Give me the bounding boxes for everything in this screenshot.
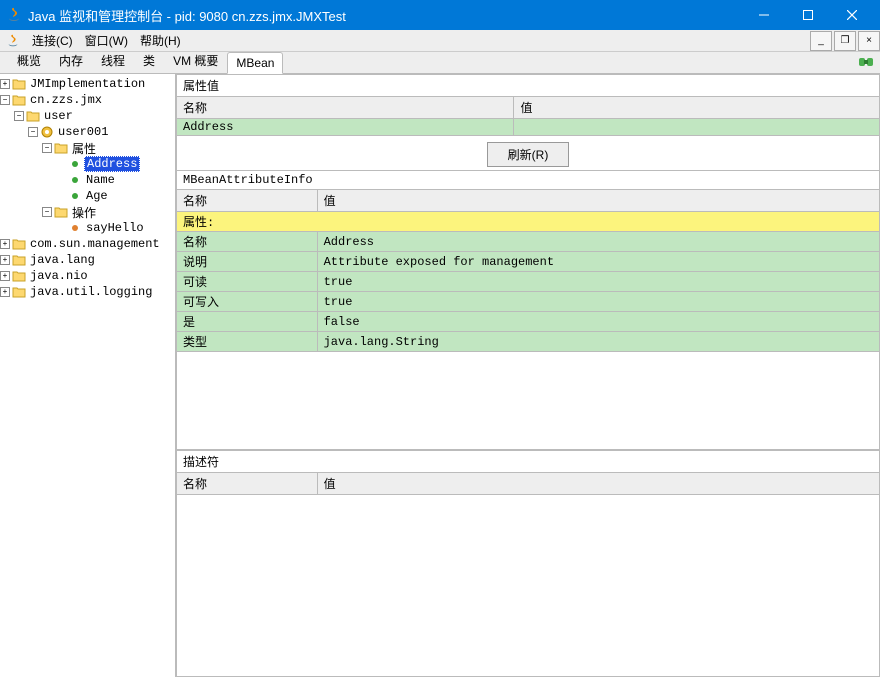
col-name[interactable]: 名称 — [177, 97, 514, 119]
descriptor-table: 名称 值 — [176, 472, 880, 495]
attribute-icon — [68, 157, 82, 171]
tree-node[interactable]: com.sun.management — [28, 237, 162, 251]
folder-icon — [12, 285, 26, 299]
group-row: 属性: — [177, 212, 880, 232]
tree-node[interactable]: java.util.logging — [28, 285, 154, 299]
table-row[interactable]: Address — [177, 119, 880, 136]
tree-node[interactable]: user001 — [56, 125, 110, 139]
java-icon — [6, 7, 22, 23]
col-name[interactable]: 名称 — [177, 190, 318, 212]
folder-icon — [12, 253, 26, 267]
menu-help[interactable]: 帮助(H) — [134, 32, 187, 49]
expand-toggle[interactable]: + — [0, 79, 10, 89]
folder-icon — [26, 109, 40, 123]
collapse-toggle[interactable]: − — [42, 207, 52, 217]
attr-value-title: 属性值 — [176, 74, 880, 96]
table-row[interactable]: 属性: — [177, 212, 880, 232]
descriptor-body — [176, 495, 880, 677]
minimize-button[interactable] — [742, 0, 786, 30]
menu-connect[interactable]: 连接(C) — [26, 32, 79, 49]
attribute-icon — [68, 173, 82, 187]
mbean-tree[interactable]: +JMImplementation −cn.zzs.jmx −user −use… — [0, 74, 176, 677]
tree-node[interactable]: 属性 — [70, 140, 98, 157]
tab-bar: 概览 内存 线程 类 VM 概要 MBean — [0, 52, 880, 74]
attr-value-table: 名称 值 Address — [176, 96, 880, 136]
expand-toggle[interactable]: + — [0, 255, 10, 265]
cell-name: Address — [177, 119, 514, 136]
tree-node[interactable]: cn.zzs.jmx — [28, 93, 104, 107]
table-row[interactable]: 类型java.lang.String — [177, 332, 880, 352]
attr-info-title: MBeanAttributeInfo — [176, 170, 880, 189]
tab-threads[interactable]: 线程 — [92, 48, 134, 73]
expand-toggle[interactable]: + — [0, 271, 10, 281]
folder-icon — [12, 237, 26, 251]
collapse-toggle[interactable]: − — [28, 127, 38, 137]
folder-icon — [54, 205, 68, 219]
tree-node[interactable]: java.lang — [28, 253, 97, 267]
tree-node[interactable]: java.nio — [28, 269, 90, 283]
descriptor-title: 描述符 — [176, 450, 880, 472]
col-value[interactable]: 值 — [317, 190, 879, 212]
internal-minimize-button[interactable]: _ — [810, 31, 832, 51]
col-value[interactable]: 值 — [317, 473, 879, 495]
menu-window[interactable]: 窗口(W) — [79, 32, 134, 49]
table-row[interactable]: 名称Address — [177, 232, 880, 252]
tab-overview[interactable]: 概览 — [8, 48, 50, 73]
cell-value[interactable] — [514, 119, 880, 136]
attr-info-body — [176, 352, 880, 450]
col-value[interactable]: 值 — [514, 97, 880, 119]
collapse-toggle[interactable]: − — [42, 143, 52, 153]
internal-restore-button[interactable]: ❐ — [834, 31, 856, 51]
close-button[interactable] — [830, 0, 874, 30]
tree-node-selected[interactable]: Address — [84, 156, 140, 172]
attribute-icon — [68, 189, 82, 203]
folder-icon — [12, 77, 26, 91]
table-row[interactable]: 说明Attribute exposed for management — [177, 252, 880, 272]
collapse-toggle[interactable]: − — [14, 111, 24, 121]
tree-node[interactable]: user — [42, 109, 75, 123]
connection-indicator-icon — [858, 55, 874, 69]
refresh-button[interactable]: 刷新(R) — [487, 142, 570, 167]
tab-vm[interactable]: VM 概要 — [164, 48, 227, 73]
tab-memory[interactable]: 内存 — [50, 48, 92, 73]
window-titlebar: Java 监视和管理控制台 - pid: 9080 cn.zzs.jmx.JMX… — [0, 0, 880, 30]
table-row[interactable]: 是false — [177, 312, 880, 332]
table-row[interactable]: 可读true — [177, 272, 880, 292]
folder-icon — [54, 141, 68, 155]
tree-node[interactable]: Name — [84, 173, 117, 187]
window-title: Java 监视和管理控制台 - pid: 9080 cn.zzs.jmx.JMX… — [28, 6, 742, 25]
collapse-toggle[interactable]: − — [0, 95, 10, 105]
detail-panel: 属性值 名称 值 Address 刷新(R) MBeanAttributeInf… — [176, 74, 880, 677]
internal-close-button[interactable]: × — [858, 31, 880, 51]
tab-mbean[interactable]: MBean — [227, 52, 283, 74]
table-row[interactable]: 可写入true — [177, 292, 880, 312]
tree-node[interactable]: 操作 — [70, 204, 98, 221]
expand-toggle[interactable]: + — [0, 287, 10, 297]
bean-icon — [40, 125, 54, 139]
operation-icon — [68, 221, 82, 235]
tree-node[interactable]: JMImplementation — [28, 77, 147, 91]
tree-node[interactable]: Age — [84, 189, 110, 203]
folder-icon — [12, 93, 26, 107]
expand-toggle[interactable]: + — [0, 239, 10, 249]
attr-info-table: 名称 值 属性: 名称Address 说明Attribute exposed f… — [176, 189, 880, 352]
java-icon — [6, 34, 20, 48]
tab-classes[interactable]: 类 — [134, 48, 164, 73]
tree-node[interactable]: sayHello — [84, 221, 146, 235]
col-name[interactable]: 名称 — [177, 473, 318, 495]
folder-icon — [12, 269, 26, 283]
maximize-button[interactable] — [786, 0, 830, 30]
